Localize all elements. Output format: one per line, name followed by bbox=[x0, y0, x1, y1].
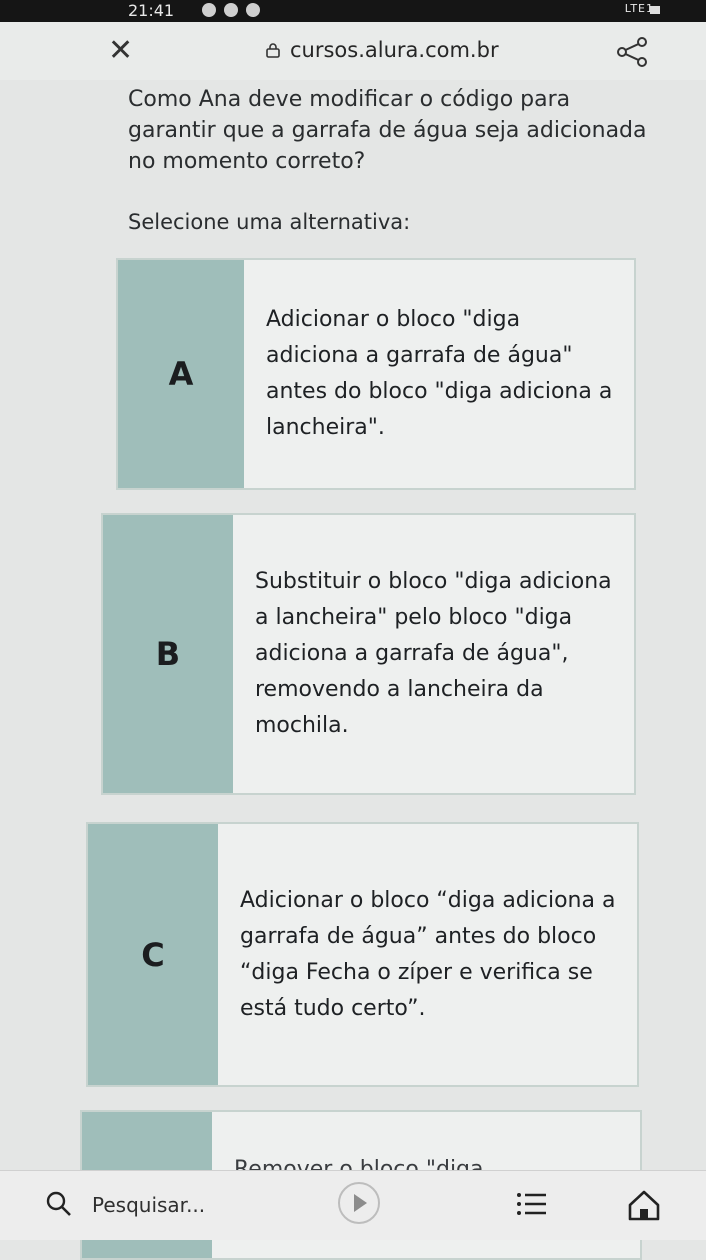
lock-icon bbox=[266, 43, 280, 58]
status-time: 21:41 bbox=[128, 1, 175, 20]
option-a[interactable]: A Adicionar o bloco "diga adiciona a gar… bbox=[116, 258, 636, 490]
status-bar: 21:41 LTE1 bbox=[0, 0, 706, 22]
option-c[interactable]: C Adicionar o bloco “diga adiciona a gar… bbox=[86, 822, 639, 1087]
page-content: Como Ana deve modificar o código para ga… bbox=[0, 80, 706, 1260]
list-menu-icon[interactable] bbox=[514, 1189, 550, 1219]
option-letter: A bbox=[118, 260, 244, 488]
share-icon[interactable] bbox=[612, 34, 652, 70]
option-text: Adicionar o bloco "diga adiciona a garra… bbox=[266, 307, 613, 440]
bottom-toolbar bbox=[0, 1170, 706, 1240]
play-icon[interactable] bbox=[334, 1181, 384, 1225]
question-text: Como Ana deve modificar o código para ga… bbox=[128, 87, 647, 174]
search-icon[interactable] bbox=[44, 1189, 74, 1219]
close-icon[interactable]: ✕ bbox=[108, 36, 133, 66]
url-text[interactable]: cursos.alura.com.br bbox=[290, 38, 499, 62]
option-b[interactable]: B Substituir o bloco "diga adiciona a la… bbox=[101, 513, 636, 795]
battery-icon bbox=[650, 6, 660, 14]
option-letter: C bbox=[88, 824, 218, 1085]
select-prompt: Selecione uma alternativa: bbox=[128, 210, 411, 234]
home-icon[interactable] bbox=[624, 1185, 664, 1225]
search-input[interactable] bbox=[90, 1189, 314, 1221]
option-letter: B bbox=[103, 515, 233, 793]
browser-url-bar: ✕ cursos.alura.com.br bbox=[0, 22, 706, 80]
notification-icons bbox=[202, 3, 260, 17]
option-text: Adicionar o bloco “diga adiciona a garra… bbox=[240, 887, 616, 1021]
option-text: Substituir o bloco "diga adiciona a lanc… bbox=[255, 569, 612, 738]
